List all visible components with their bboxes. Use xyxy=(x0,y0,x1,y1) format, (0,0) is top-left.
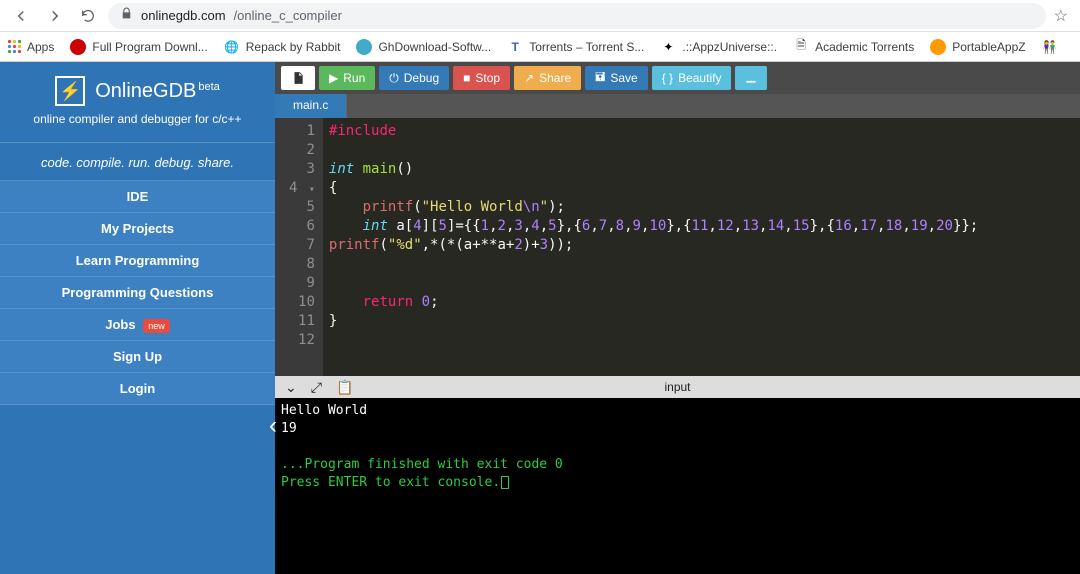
code-editor[interactable]: 1234 ▾56789101112 #include int main(){ p… xyxy=(275,118,1080,376)
favicon xyxy=(930,39,946,55)
editor-tabs: main.c xyxy=(275,94,1080,118)
bookmark-item[interactable]: 🗎Academic Torrents xyxy=(793,39,914,55)
new-badge: new xyxy=(143,319,170,333)
bookmark-item[interactable]: ✦.::AppzUniverse::. xyxy=(660,39,777,55)
apps-bookmark[interactable]: Apps xyxy=(8,40,54,54)
bookmark-item[interactable]: Full Program Downl... xyxy=(70,39,207,55)
logo-beta: beta xyxy=(198,81,219,93)
logo-title: OnlineGDB xyxy=(95,80,196,102)
copy-icon[interactable]: 📋 xyxy=(336,379,353,396)
bookmark-item[interactable]: GhDownload-Softw... xyxy=(356,39,491,55)
logo-icon: ⚡ xyxy=(55,76,85,106)
url-path: /online_c_compiler xyxy=(234,8,342,23)
globe-icon: 🌐 xyxy=(224,39,240,55)
favicon: T xyxy=(507,39,523,55)
back-button[interactable] xyxy=(8,3,34,29)
sidebar-item-questions[interactable]: Programming Questions xyxy=(0,277,275,309)
doc-icon: 🗎 xyxy=(793,39,809,55)
bookmark-item[interactable]: PortableAppZ xyxy=(930,39,1025,55)
reload-button[interactable] xyxy=(76,4,100,28)
sidebar-item-learn[interactable]: Learn Programming xyxy=(0,245,275,277)
sidebar-item-jobs[interactable]: Jobs new xyxy=(0,309,275,341)
bookmark-star-icon[interactable]: ☆ xyxy=(1054,6,1068,26)
sidebar-item-ide[interactable]: IDE xyxy=(0,181,275,213)
expand-icon[interactable]: ⤢ xyxy=(311,379,322,396)
new-file-button[interactable] xyxy=(281,66,315,90)
chevron-down-icon[interactable]: ⌄ xyxy=(285,379,297,396)
input-label: input xyxy=(664,380,690,394)
sidebar-item-signup[interactable]: Sign Up xyxy=(0,341,275,373)
apps-icon xyxy=(8,40,21,53)
favicon: 👫 xyxy=(1042,39,1058,55)
address-bar[interactable]: onlinegdb.com/online_c_compiler xyxy=(108,3,1046,29)
sidebar-item-login[interactable]: Login xyxy=(0,373,275,405)
favicon xyxy=(70,39,86,55)
tagline: code. compile. run. debug. share. xyxy=(0,142,275,181)
sidebar: ⚡ OnlineGDBbeta online compiler and debu… xyxy=(0,62,275,574)
bookmark-item[interactable]: TTorrents – Torrent S... xyxy=(507,39,644,55)
beautify-button[interactable]: { } Beautify xyxy=(652,66,732,90)
favicon xyxy=(356,39,372,55)
collapse-sidebar-icon[interactable]: ‹ xyxy=(269,412,277,440)
forward-button[interactable] xyxy=(42,3,68,29)
bookmark-item[interactable]: 🌐Repack by Rabbit xyxy=(224,39,341,55)
browser-toolbar: onlinegdb.com/online_c_compiler ☆ xyxy=(0,0,1080,32)
code-area[interactable]: #include int main(){ printf("Hello World… xyxy=(323,118,1080,376)
share-button[interactable]: ↗ Share xyxy=(514,66,581,90)
main-area: ▶ Run ⏻ Debug ■ Stop ↗ Share 🖬 Save { } … xyxy=(275,62,1080,574)
sidebar-item-projects[interactable]: My Projects xyxy=(0,213,275,245)
logo-area: ⚡ OnlineGDBbeta online compiler and debu… xyxy=(0,62,275,136)
run-button[interactable]: ▶ Run xyxy=(319,66,375,90)
save-button[interactable]: 🖬 Save xyxy=(585,66,648,90)
lock-icon xyxy=(120,7,133,25)
stop-button[interactable]: ■ Stop xyxy=(453,66,510,90)
debug-button[interactable]: ⏻ Debug xyxy=(379,66,449,90)
toolbar: ▶ Run ⏻ Debug ■ Stop ↗ Share 🖬 Save { } … xyxy=(275,62,1080,94)
logo-subtitle: online compiler and debugger for c/c++ xyxy=(10,112,265,126)
line-gutter: 1234 ▾56789101112 xyxy=(275,118,323,376)
console-output[interactable]: Hello World 19 ...Program finished with … xyxy=(275,398,1080,574)
tab-main-c[interactable]: main.c xyxy=(275,94,347,118)
favicon: ✦ xyxy=(660,39,676,55)
bookmarks-bar: Apps Full Program Downl... 🌐Repack by Ra… xyxy=(0,32,1080,62)
console-header: ⌄ ⤢ 📋 input xyxy=(275,376,1080,398)
bookmark-item[interactable]: 👫 xyxy=(1042,39,1058,55)
url-host: onlinegdb.com xyxy=(141,8,226,23)
download-button[interactable] xyxy=(735,66,767,90)
